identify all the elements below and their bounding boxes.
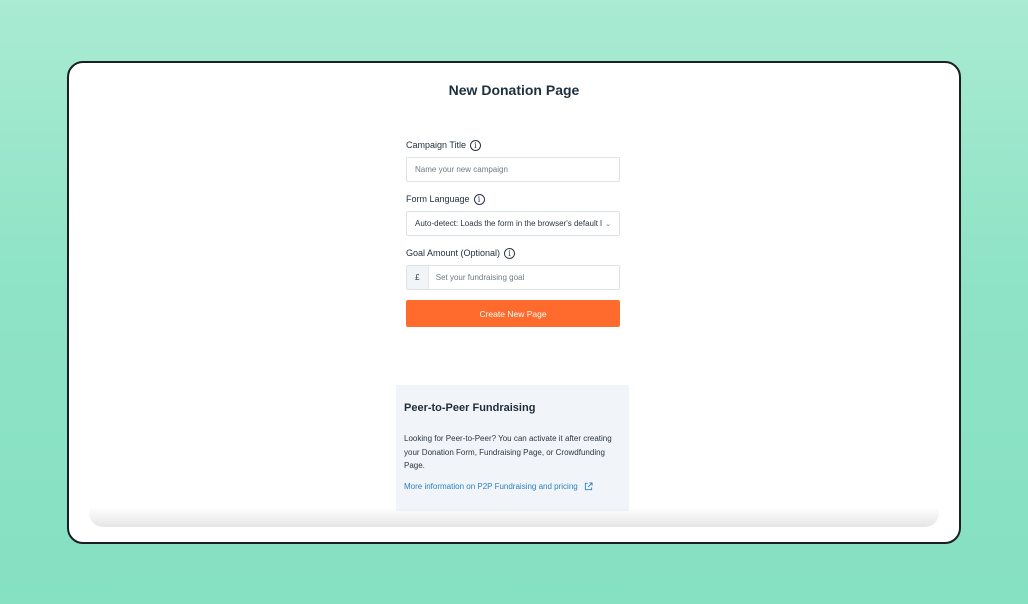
campaign-title-field [406,157,620,182]
chevron-down-icon: ⌄ [605,220,611,228]
goal-amount-label: Goal Amount (Optional) [406,248,501,258]
donation-form: Campaign Title i Form Language i Auto-de… [406,138,620,337]
p2p-description: Looking for Peer-to-Peer? You can activa… [404,434,612,470]
p2p-info-link-text: More information on P2P Fundraising and … [404,481,578,491]
info-icon[interactable]: i [473,193,485,205]
campaign-title-group: Campaign Title i [406,138,620,182]
campaign-title-label-row: Campaign Title i [406,138,620,152]
campaign-title-label: Campaign Title [406,140,467,150]
p2p-info-panel: Peer-to-Peer Fundraising Looking for Pee… [396,385,629,511]
info-icon[interactable]: i [470,139,482,151]
create-new-page-button[interactable]: Create New Page [406,300,620,327]
info-icon[interactable]: i [504,247,516,259]
page-title: New Donation Page [448,82,580,98]
form-language-selected-value: Auto-detect: Loads the form in the brows… [415,219,602,228]
goal-amount-label-row: Goal Amount (Optional) i [406,246,620,260]
app-window: New Donation Page Campaign Title i Form … [67,61,961,544]
form-language-select[interactable]: Auto-detect: Loads the form in the brows… [406,211,620,236]
scroll-fade [89,507,939,527]
campaign-title-input[interactable] [415,165,611,174]
form-language-group: Form Language i Auto-detect: Loads the f… [406,192,620,236]
form-language-label: Form Language [406,194,470,204]
p2p-info-link[interactable]: More information on P2P Fundraising and … [404,482,621,491]
form-language-label-row: Form Language i [406,192,620,206]
goal-amount-field: £ [406,265,620,290]
external-link-icon [584,481,593,490]
goal-amount-group: Goal Amount (Optional) i £ Create New Pa… [406,246,620,327]
p2p-title: Peer-to-Peer Fundraising [404,402,536,414]
currency-symbol: £ [407,266,429,289]
goal-amount-input[interactable] [428,273,619,282]
